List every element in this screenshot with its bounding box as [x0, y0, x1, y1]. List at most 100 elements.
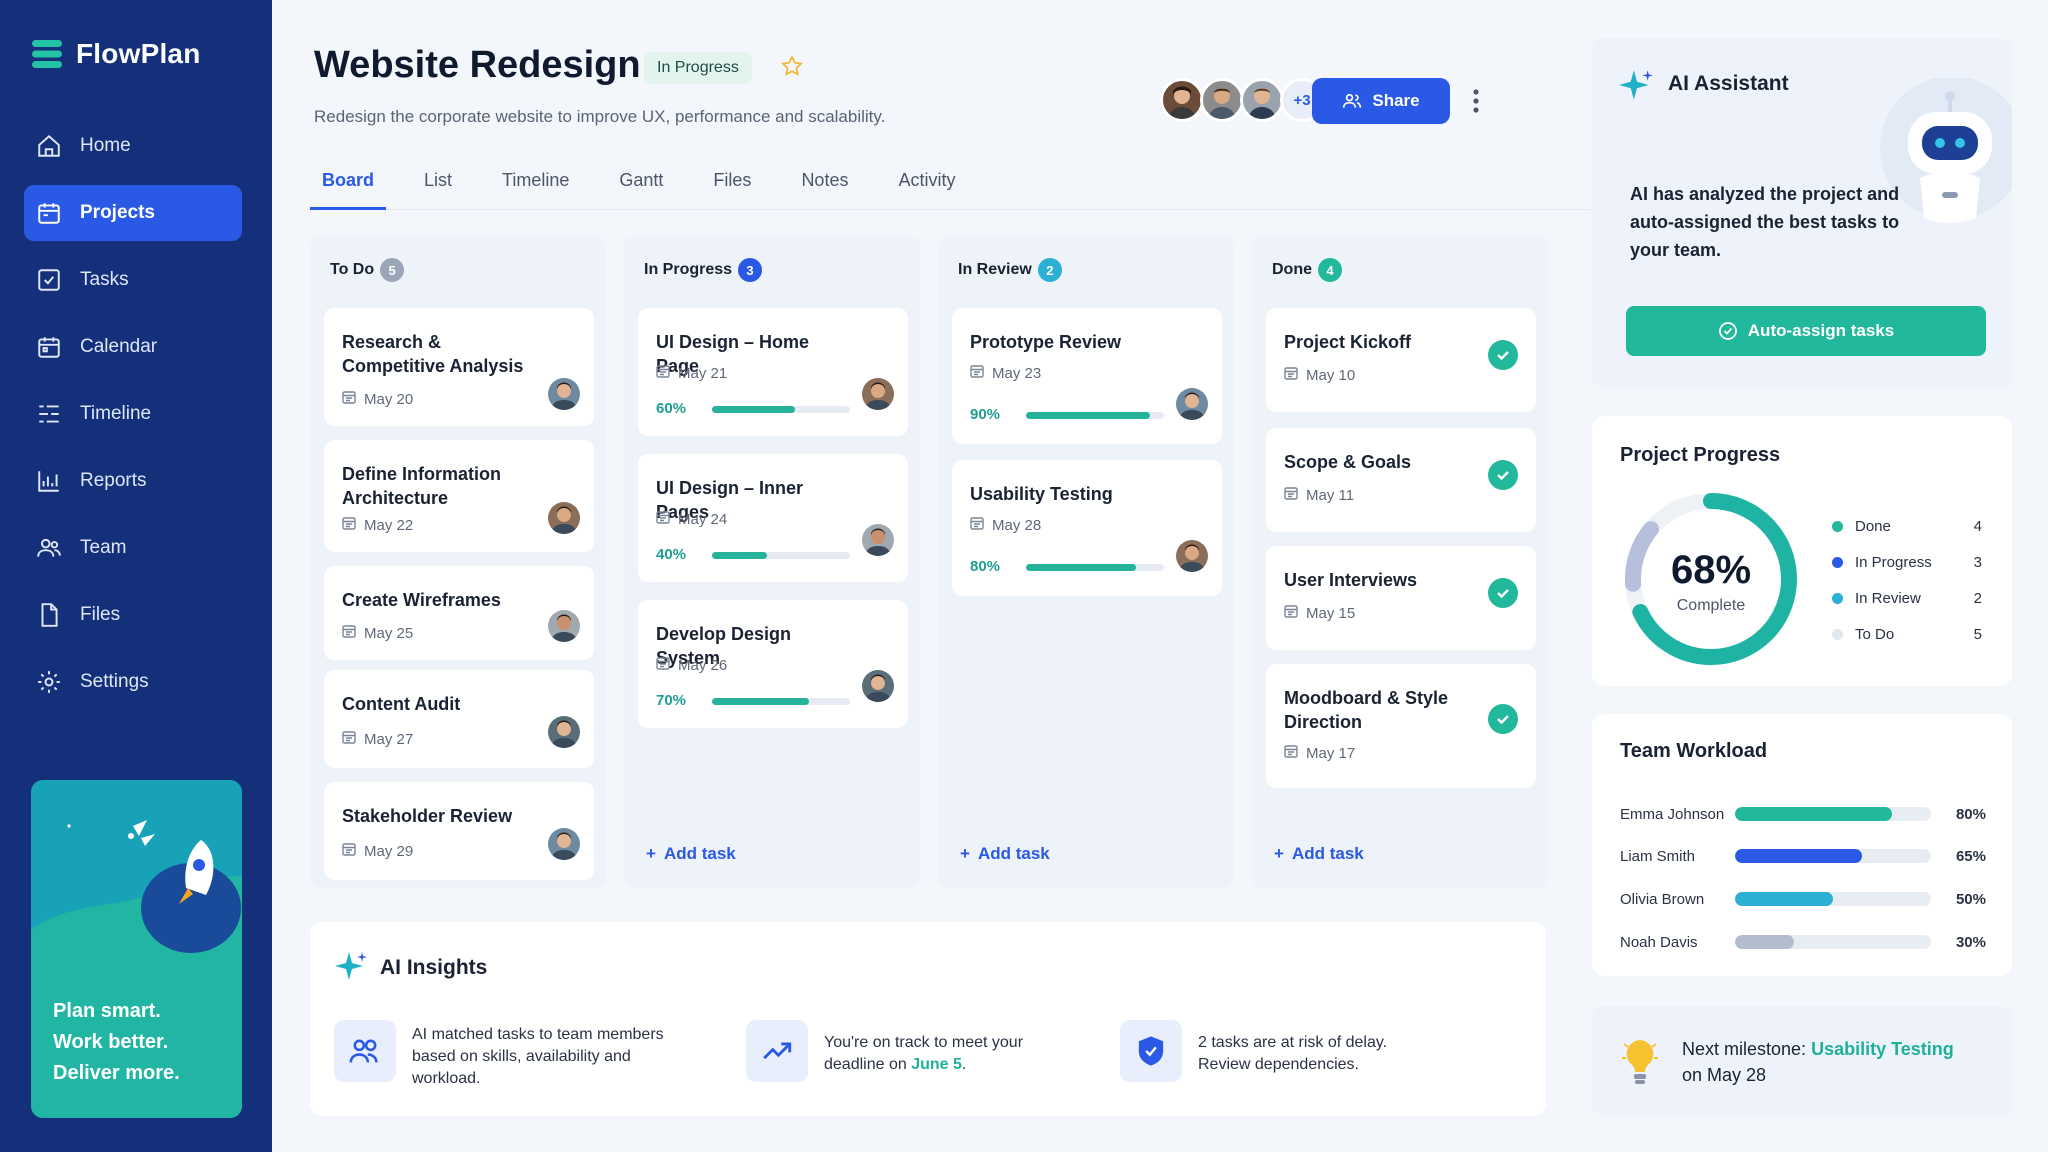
page-title: Website Redesign [314, 44, 641, 86]
promo-card: Plan smart. Work better. Deliver more. [31, 780, 242, 1118]
sidebar-item-tasks[interactable]: Tasks [24, 252, 242, 308]
calendar-small-icon [970, 516, 984, 534]
task-title: Scope & Goals [1284, 452, 1412, 472]
task-card[interactable]: Research & Competitive Analysis May 20 [324, 308, 594, 426]
insights-title: AI Insights [380, 956, 488, 979]
avatar[interactable] [1240, 78, 1284, 122]
sidebar-item-calendar[interactable]: Calendar [24, 319, 242, 375]
task-card[interactable]: Prototype Review May 23 90% [952, 308, 1222, 444]
auto-assign-button[interactable]: Auto-assign tasks [1626, 306, 1986, 356]
legend-value: 4 [1973, 517, 1982, 535]
legend-label: To Do [1855, 625, 1895, 643]
progress-bar-fill [712, 698, 809, 705]
insight-text: AI matched tasks to team members based o… [412, 1026, 664, 1087]
task-card[interactable]: Moodboard & Style Direction May 17 [1266, 664, 1536, 788]
task-date-text: May 28 [992, 516, 1042, 534]
workload-percent: 50% [1955, 890, 1986, 908]
add-task-button[interactable]: + Add task [646, 844, 736, 864]
member-name: Noah Davis [1620, 933, 1698, 951]
avatar[interactable] [862, 378, 894, 410]
avatar[interactable] [862, 524, 894, 556]
task-card[interactable]: UI Design – Home Page May 21 60% [638, 308, 908, 436]
progress-bar-fill [712, 406, 795, 413]
milestone-date: on May 28 [1682, 1065, 1767, 1085]
task-date-text: May 20 [364, 390, 414, 408]
task-card[interactable]: Scope & Goals May 11 [1266, 428, 1536, 532]
share-label: Share [1372, 91, 1420, 110]
tab-timeline[interactable]: Timeline [490, 170, 581, 210]
completed-check-icon [1488, 340, 1518, 370]
avatar[interactable] [548, 610, 580, 642]
tab-files[interactable]: Files [701, 170, 763, 210]
tab-gantt[interactable]: Gantt [607, 170, 675, 210]
avatar[interactable] [548, 502, 580, 534]
task-card[interactable]: Content Audit May 27 [324, 670, 594, 768]
tab-list[interactable]: List [412, 170, 464, 210]
calendar-small-icon [1284, 486, 1298, 504]
insight-item: AI matched tasks to team members based o… [334, 1020, 694, 1090]
workload-bar-fill [1735, 807, 1892, 821]
avatar[interactable] [862, 670, 894, 702]
view-tabs: Board List Timeline Gantt Files Notes Ac… [310, 170, 1590, 210]
legend-item: Done 4 [1832, 508, 1982, 544]
task-title: Moodboard & Style Direction [1284, 688, 1449, 732]
column-header: In Progress 3 [644, 258, 763, 282]
favorite-star-icon[interactable] [780, 54, 804, 78]
task-card[interactable]: Stakeholder Review May 29 [324, 782, 594, 880]
promo-text: Plan smart. Work better. Deliver more. [53, 996, 180, 1089]
task-title: Prototype Review [970, 332, 1122, 352]
ai-assistant-message: AI has analyzed the project and auto-ass… [1630, 184, 1900, 260]
avatar[interactable] [548, 828, 580, 860]
task-card[interactable]: Develop Design System May 26 70% [638, 600, 908, 728]
share-button[interactable]: Share [1312, 78, 1450, 124]
member-avatars[interactable]: +3 [1160, 78, 1324, 122]
sidebar-item-label: Files [80, 604, 121, 625]
legend-dot [1832, 556, 1843, 568]
task-title: Research & Competitive Analysis [342, 332, 524, 376]
task-card[interactable]: Create Wireframes May 25 [324, 566, 594, 660]
task-date-text: May 25 [364, 624, 414, 642]
avatar[interactable] [1160, 78, 1204, 122]
avatar[interactable] [1200, 78, 1244, 122]
member-name: Emma Johnson [1620, 805, 1725, 823]
task-card[interactable]: Usability Testing May 28 80% [952, 460, 1222, 596]
add-task-button[interactable]: + Add task [960, 844, 1050, 864]
task-date: May 17 [1284, 744, 1355, 762]
avatar[interactable] [1176, 388, 1208, 420]
avatar[interactable] [548, 716, 580, 748]
task-date: May 10 [1284, 366, 1355, 384]
tab-board[interactable]: Board [310, 170, 387, 210]
insight-text-part: . [961, 1056, 967, 1073]
avatar[interactable] [1176, 540, 1208, 572]
task-card[interactable]: User Interviews May 15 [1266, 546, 1536, 650]
task-card[interactable]: Define Information Architecture May 22 [324, 440, 594, 552]
insight-item: 2 tasks are at risk of delay. Review dep… [1120, 1020, 1440, 1082]
progress-label: Complete [1676, 597, 1746, 614]
milestone-link[interactable]: Usability Testing [1811, 1039, 1954, 1059]
sidebar-item-team[interactable]: Team [24, 520, 242, 576]
tab-notes[interactable]: Notes [789, 170, 860, 210]
sidebar-item-home[interactable]: Home [24, 118, 242, 174]
add-task-button[interactable]: + Add task [1274, 844, 1364, 864]
column-count: 5 [380, 258, 405, 282]
app-logo[interactable]: FlowPlan [32, 38, 201, 70]
auto-assign-label: Auto-assign tasks [1747, 321, 1895, 340]
plus-icon: + [960, 844, 970, 863]
sidebar-item-timeline[interactable]: Timeline [24, 386, 242, 442]
task-card[interactable]: Project Kickoff May 10 [1266, 308, 1536, 412]
more-options-icon[interactable] [1472, 88, 1480, 114]
tab-activity[interactable]: Activity [886, 170, 967, 210]
sidebar-item-projects[interactable]: Projects [24, 185, 242, 241]
sidebar-item-files[interactable]: Files [24, 587, 242, 643]
sidebar-item-label: Timeline [80, 403, 152, 424]
sidebar-item-settings[interactable]: Settings [24, 654, 242, 710]
home-icon [38, 134, 60, 157]
progress-bar-fill [1026, 412, 1151, 419]
plus-icon: + [646, 844, 656, 863]
sidebar-item-reports[interactable]: Reports [24, 453, 242, 509]
progress-percent: 60% [656, 400, 687, 417]
workload-bar-fill [1735, 892, 1833, 906]
task-card[interactable]: UI Design – Inner Pages May 24 40% [638, 454, 908, 582]
avatar[interactable] [548, 378, 580, 410]
column-name: In Progress [644, 261, 733, 278]
